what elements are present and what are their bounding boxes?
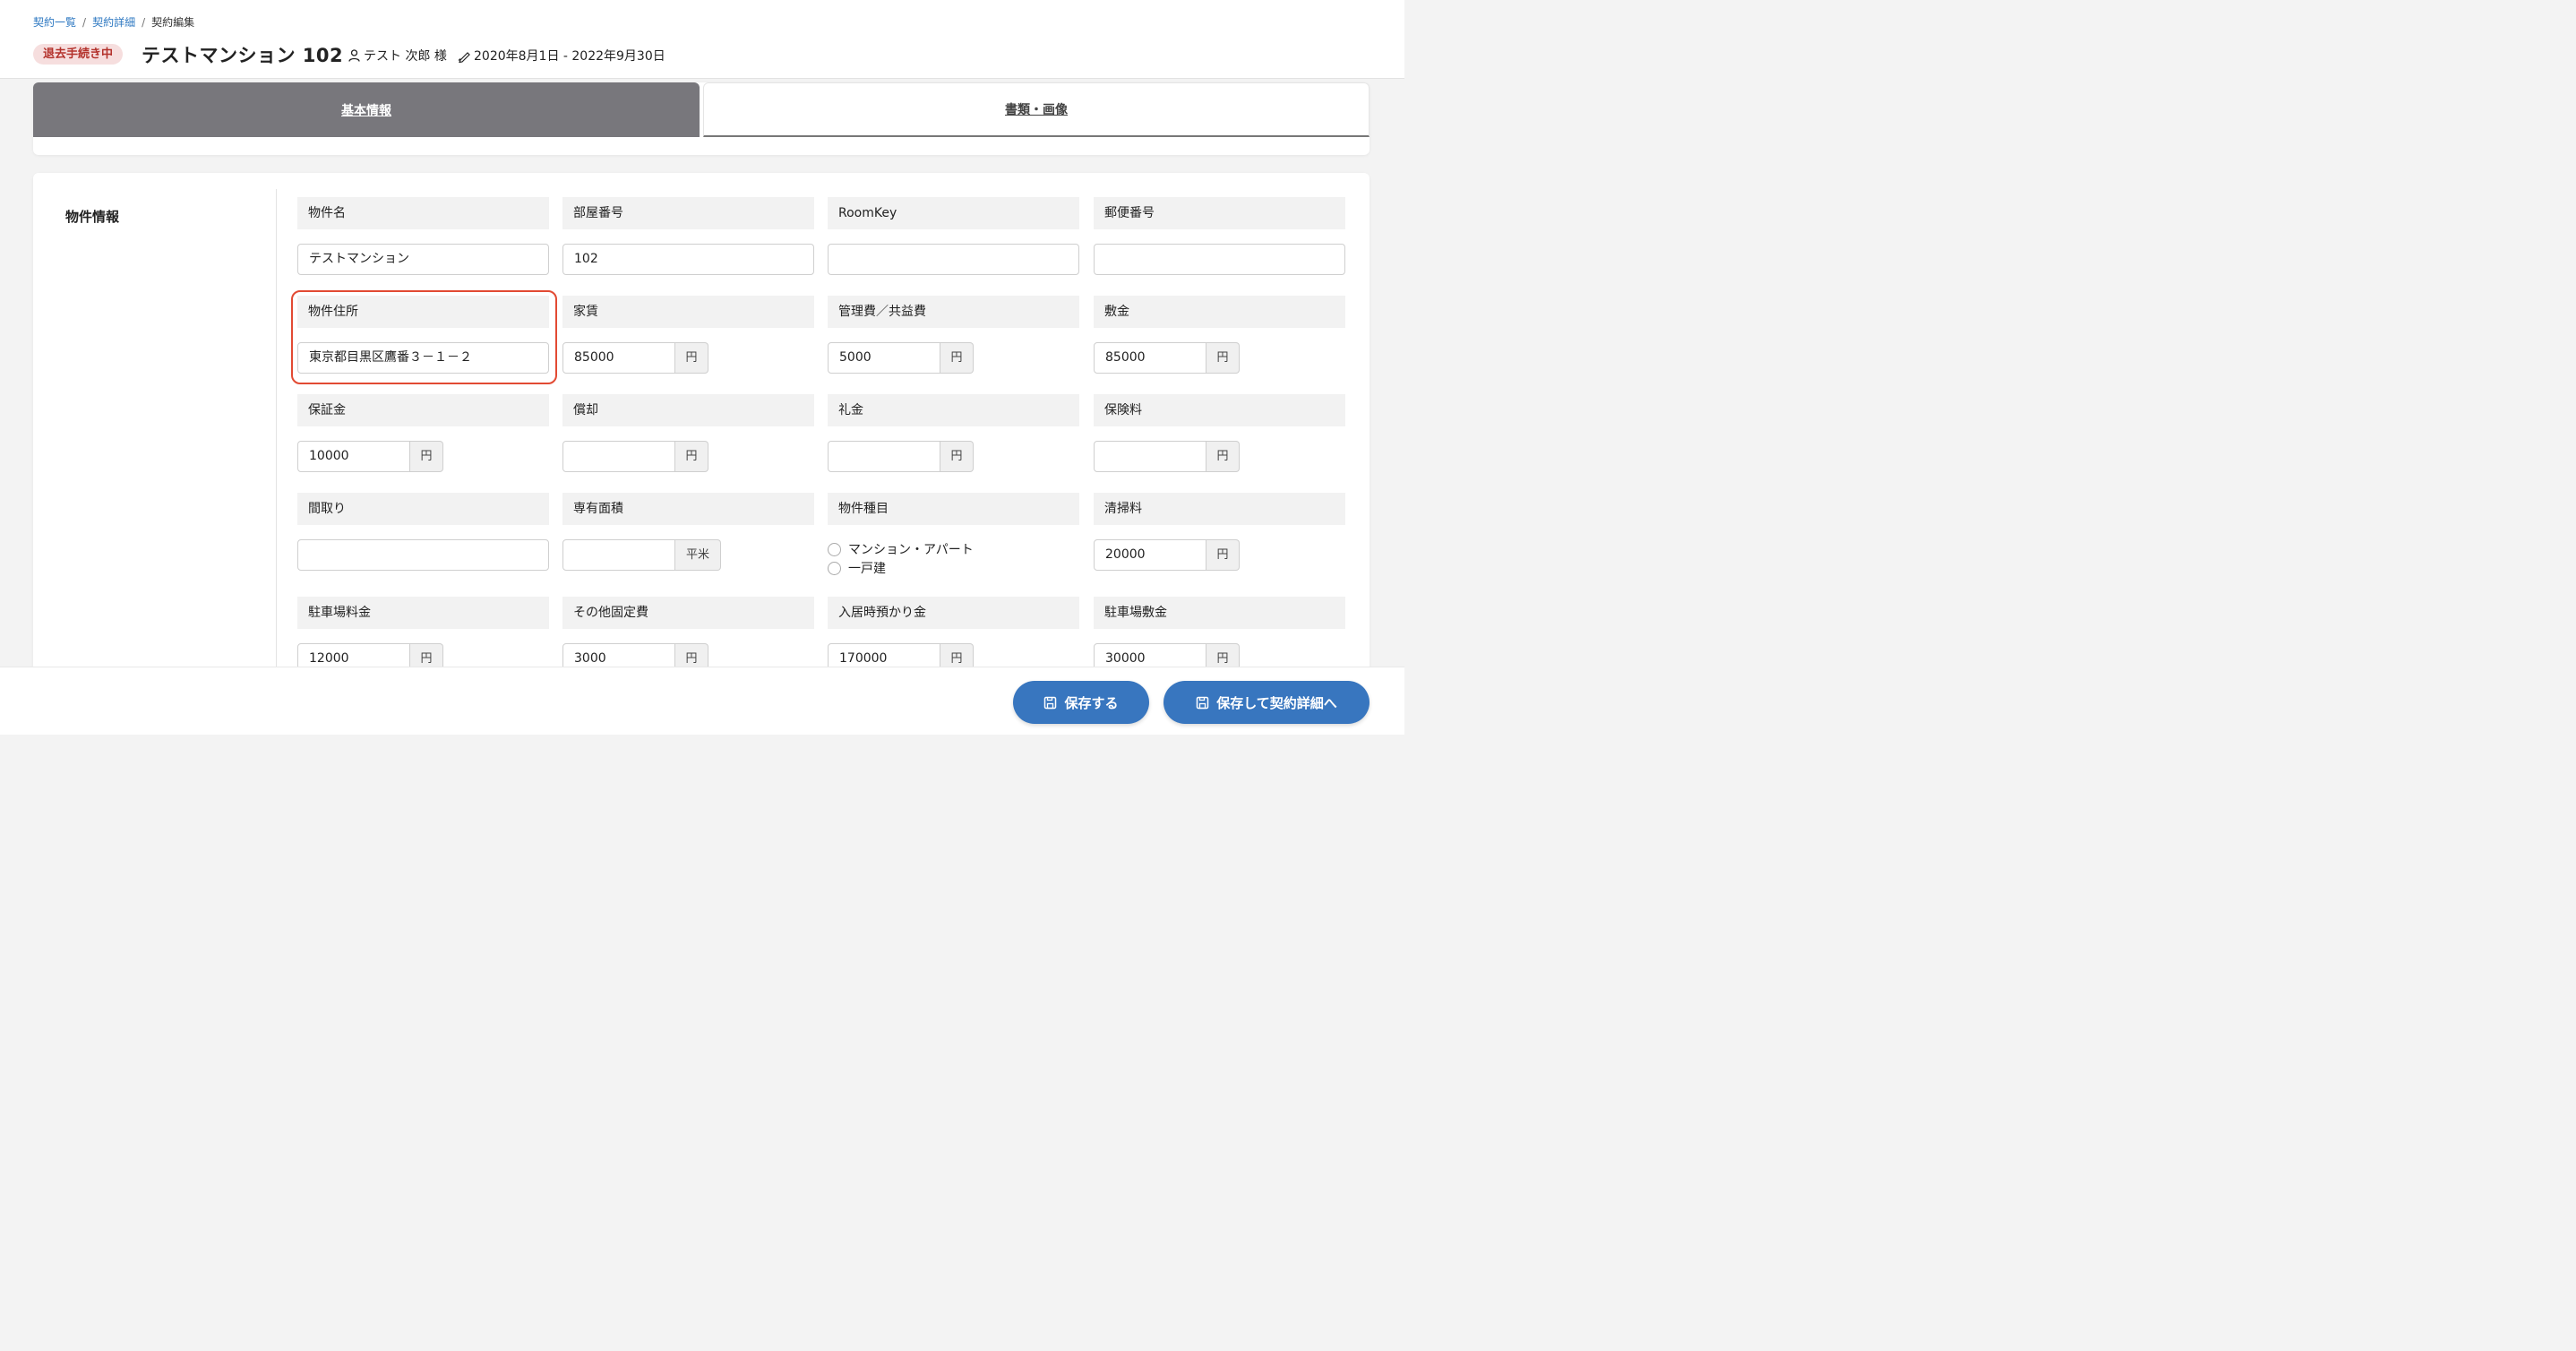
floppy-disk-icon xyxy=(1043,696,1057,710)
parking-fee-label: 駐車場料金 xyxy=(297,597,549,629)
key-money-input[interactable] xyxy=(828,441,940,472)
deposit-label: 敷金 xyxy=(1094,296,1345,328)
radio-button[interactable] xyxy=(828,561,841,575)
address-label: 物件住所 xyxy=(297,296,549,328)
breadcrumb: 契約一覧 / 契約詳細 / 契約編集 xyxy=(33,14,194,30)
property-name-label: 物件名 xyxy=(297,197,549,229)
contract-period-text: 2020年8月1日 - 2022年9月30日 xyxy=(474,49,665,64)
person-icon xyxy=(348,49,360,62)
floor-plan-input[interactable] xyxy=(297,539,549,571)
property-info-form: 物件情報 物件名 部屋番号 RoomKey 郵便番号 テストマンション 102 … xyxy=(33,173,1370,675)
floppy-disk-icon xyxy=(1196,696,1209,710)
property-type-label: 物件種目 xyxy=(828,493,1079,525)
tenant-info: テスト 次郎 様 xyxy=(348,47,447,65)
amortization-input[interactable] xyxy=(562,441,675,472)
floor-plan-label: 間取り xyxy=(297,493,549,525)
property-type-option-house[interactable]: 一戸建 xyxy=(828,559,886,577)
contract-period: 2020年8月1日 - 2022年9月30日 xyxy=(458,47,665,65)
insurance-label: 保険料 xyxy=(1094,394,1345,426)
save-and-detail-button[interactable]: 保存して契約詳細へ xyxy=(1163,681,1370,724)
tenant-name: テスト 次郎 様 xyxy=(364,49,447,64)
tabs-card: 基本情報 書類・画像 xyxy=(33,82,1370,155)
section-title: 物件情報 xyxy=(65,209,120,225)
status-badge: 退去手続き中 xyxy=(33,44,124,65)
area-input[interactable] xyxy=(562,539,675,571)
rent-unit: 円 xyxy=(675,342,708,374)
guarantee-unit: 円 xyxy=(410,441,443,472)
property-type-option-mansion[interactable]: マンション・アパート xyxy=(828,540,974,558)
management-fee-unit: 円 xyxy=(940,342,974,374)
key-money-label: 礼金 xyxy=(828,394,1079,426)
tab-basic-info[interactable]: 基本情報 xyxy=(33,82,700,137)
address-input[interactable]: 東京都目黒区鷹番３－１－２ xyxy=(297,342,549,374)
cleaning-fee-input[interactable]: 20000 xyxy=(1094,539,1206,571)
other-fixed-label: その他固定費 xyxy=(562,597,814,629)
pen-icon xyxy=(458,49,471,63)
rent-input[interactable]: 85000 xyxy=(562,342,675,374)
guarantee-label: 保証金 xyxy=(297,394,549,426)
amortization-label: 償却 xyxy=(562,394,814,426)
amortization-unit: 円 xyxy=(675,441,708,472)
parking-deposit-label: 駐車場敷金 xyxy=(1094,597,1345,629)
save-and-detail-label: 保存して契約詳細へ xyxy=(1216,694,1337,711)
postal-code-label: 郵便番号 xyxy=(1094,197,1345,229)
breadcrumb-separator: / xyxy=(82,16,87,29)
breadcrumb-contract-list[interactable]: 契約一覧 xyxy=(33,16,76,29)
guarantee-input[interactable]: 10000 xyxy=(297,441,410,472)
property-name-input[interactable]: テストマンション xyxy=(297,244,549,275)
deposit-unit: 円 xyxy=(1206,342,1240,374)
key-money-unit: 円 xyxy=(940,441,974,472)
move-in-deposit-label: 入居時預かり金 xyxy=(828,597,1079,629)
cleaning-fee-unit: 円 xyxy=(1206,539,1240,571)
rent-label: 家賃 xyxy=(562,296,814,328)
cleaning-fee-label: 清掃料 xyxy=(1094,493,1345,525)
management-fee-input[interactable]: 5000 xyxy=(828,342,940,374)
radio-label: 一戸建 xyxy=(848,562,886,576)
page-title: テストマンション 102 xyxy=(142,45,344,66)
room-number-input[interactable]: 102 xyxy=(562,244,814,275)
action-footer: 保存する 保存して契約詳細へ xyxy=(0,667,1404,735)
breadcrumb-current: 契約編集 xyxy=(151,16,195,29)
management-fee-label: 管理費／共益費 xyxy=(828,296,1079,328)
save-button[interactable]: 保存する xyxy=(1013,681,1149,724)
page-header: 契約一覧 / 契約詳細 / 契約編集 退去手続き中 テストマンション 102 テスト 次… xyxy=(0,0,1404,79)
breadcrumb-contract-detail[interactable]: 契約詳細 xyxy=(92,16,135,29)
area-unit: 平米 xyxy=(675,539,721,571)
postal-code-input[interactable] xyxy=(1094,244,1345,275)
insurance-input[interactable] xyxy=(1094,441,1206,472)
roomkey-label: RoomKey xyxy=(828,197,1079,229)
room-number-label: 部屋番号 xyxy=(562,197,814,229)
section-divider xyxy=(276,189,277,675)
save-button-label: 保存する xyxy=(1064,694,1119,711)
breadcrumb-separator: / xyxy=(142,16,146,29)
area-label: 専有面積 xyxy=(562,493,814,525)
roomkey-input[interactable] xyxy=(828,244,1079,275)
deposit-input[interactable]: 85000 xyxy=(1094,342,1206,374)
insurance-unit: 円 xyxy=(1206,441,1240,472)
tab-documents-images[interactable]: 書類・画像 xyxy=(703,82,1370,137)
radio-label: マンション・アパート xyxy=(848,543,974,557)
radio-button[interactable] xyxy=(828,542,841,556)
